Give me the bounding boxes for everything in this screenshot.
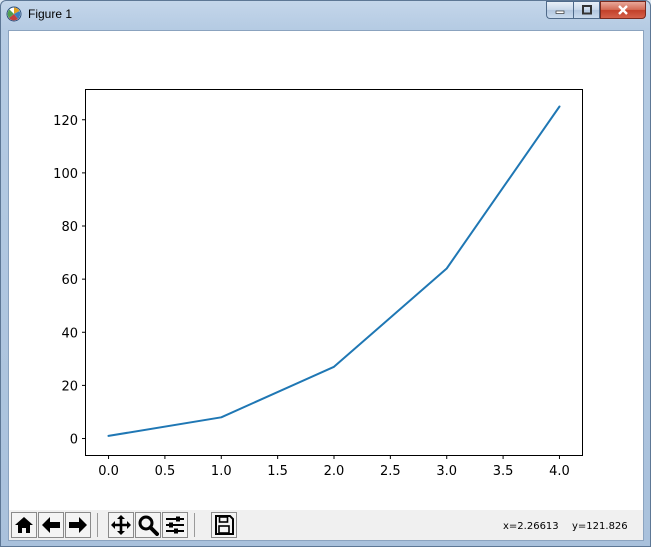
x-tick-label: 4.0 [549,464,570,479]
x-tick-label: 1.0 [211,464,232,479]
y-axis-ticks: 0 20 40 60 80 100 120 [53,114,86,448]
title-bar[interactable]: Figure 1 [1,1,651,29]
cursor-y-readout: y=121.826 [572,521,628,532]
maximize-icon [581,5,592,15]
back-arrow-icon [42,517,60,533]
line-chart[interactable]: 0.0 0.5 1.0 1.5 2.0 2.5 3.0 3.5 4.0 0 20 40 60 80 100… [9,31,643,509]
x-tick-label: 2.5 [380,464,401,479]
x-tick-label: 3.5 [493,464,514,479]
forward-arrow-icon [69,517,87,533]
zoom-button[interactable] [135,512,161,538]
figure-window: Figure 1 0.0 0.5 1.0 1.5 2.0 2.5 3.0 3.5 4.0 0 20… [0,0,651,547]
minimize-button[interactable] [546,1,573,19]
configure-subplots-button[interactable] [162,512,188,538]
close-button[interactable] [600,1,646,19]
toolbar-separator [97,513,98,537]
save-button[interactable] [211,512,237,538]
x-axis-ticks: 0.0 0.5 1.0 1.5 2.0 2.5 3.0 3.5 4.0 [98,455,570,479]
cursor-x-readout: x=2.26613 [503,521,559,532]
close-icon [618,5,628,15]
matplotlib-app-icon [6,6,22,22]
navigation-toolbar: x=2.26613 y=121.826 [9,510,643,540]
home-button[interactable] [11,512,37,538]
y-tick-label: 0 [70,433,78,448]
pan-button[interactable] [108,512,134,538]
save-icon [215,515,234,535]
x-tick-label: 0.5 [155,464,176,479]
y-tick-label: 20 [61,379,78,394]
forward-button[interactable] [65,512,91,538]
window-title: Figure 1 [28,7,73,21]
home-icon [15,517,33,533]
figure-canvas[interactable]: 0.0 0.5 1.0 1.5 2.0 2.5 3.0 3.5 4.0 0 20 40 60 80 100… [8,30,644,541]
y-tick-label: 60 [61,273,78,288]
maximize-button[interactable] [573,1,600,19]
configure-subplots-icon [166,516,184,534]
y-tick-label: 100 [53,167,78,182]
x-tick-label: 2.0 [324,464,345,479]
y-tick-label: 80 [61,220,78,235]
axes-frame [85,89,583,456]
x-tick-label: 3.0 [436,464,457,479]
back-button[interactable] [38,512,64,538]
y-tick-label: 40 [61,326,78,341]
caption-buttons [546,1,646,20]
x-tick-label: 1.5 [267,464,288,479]
pan-icon [111,515,131,535]
y-tick-label: 120 [53,114,78,129]
x-tick-label: 0.0 [98,464,119,479]
zoom-icon [138,515,159,536]
toolbar-separator [194,513,195,537]
minimize-icon [555,10,565,14]
